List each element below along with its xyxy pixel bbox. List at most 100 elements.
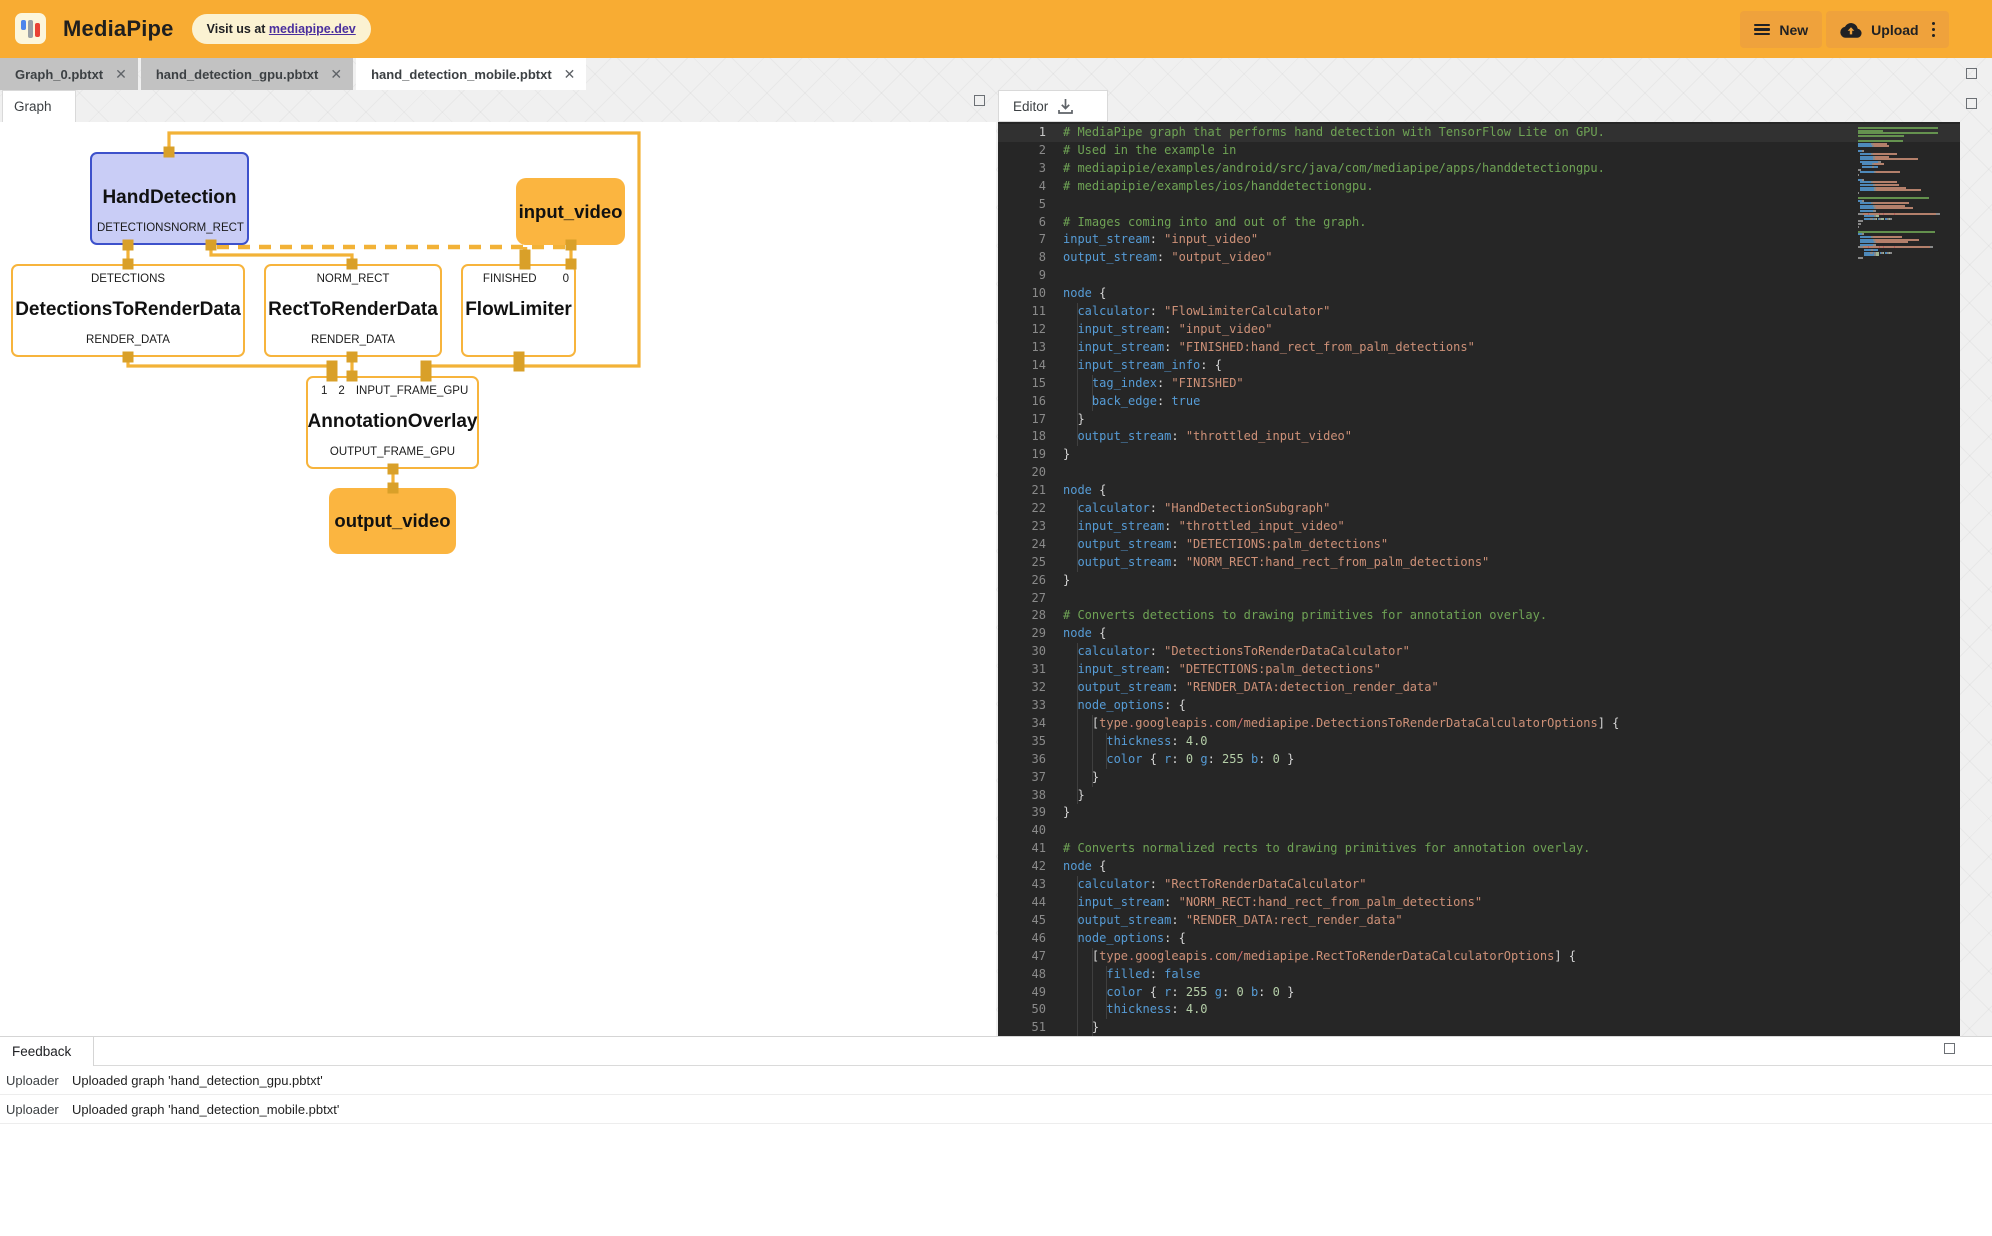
line-content: input_stream_info: {	[1063, 357, 1222, 375]
tab-editor[interactable]: Editor	[998, 90, 1108, 122]
line-content: # MediaPipe graph that performs hand det…	[1063, 124, 1605, 142]
code-line: 48 filled: false	[998, 966, 1960, 984]
node-title: output_video	[334, 510, 450, 532]
indent-guide	[1077, 930, 1078, 948]
kebab-icon[interactable]	[1932, 22, 1935, 37]
line-number: 24	[998, 536, 1046, 554]
indent-guide	[1092, 733, 1093, 751]
indent-guide	[1077, 536, 1078, 554]
line-number: 25	[998, 554, 1046, 572]
graph-node-DetectionsToRenderData[interactable]: DETECTIONSDetectionsToRenderDataRENDER_D…	[11, 264, 245, 357]
code-line: 33 node_options: {	[998, 697, 1960, 715]
indent-guide	[1106, 966, 1107, 984]
graph-node-HandDetection[interactable]: HandDetectionDETECTIONSNORM_RECT	[90, 152, 249, 245]
file-tab-label: hand_detection_mobile.pbtxt	[371, 67, 552, 82]
node-input-ports: 12INPUT_FRAME_GPU	[308, 382, 477, 400]
line-content: tag_index: "FINISHED"	[1063, 375, 1244, 393]
code-line: 8output_stream: "output_video"	[998, 249, 1960, 267]
pane-square-icon[interactable]	[1944, 1043, 1955, 1054]
code-line: 10node {	[998, 285, 1960, 303]
feedback-row: UploaderUploaded graph 'hand_detection_m…	[0, 1095, 1992, 1124]
pane-square-icon[interactable]	[1966, 98, 1977, 109]
line-content: input_stream: "NORM_RECT:hand_rect_from_…	[1063, 894, 1482, 912]
indent-guide	[1077, 769, 1078, 787]
close-icon[interactable]: ✕	[330, 66, 342, 83]
node-output-ports: DETECTIONSNORM_RECT	[92, 219, 247, 237]
indent-guide	[1077, 733, 1078, 751]
mediapipe-dev-link[interactable]: mediapipe.dev	[269, 22, 356, 36]
line-number: 8	[998, 249, 1046, 267]
line-number: 27	[998, 590, 1046, 608]
line-number: 2	[998, 142, 1046, 160]
graph-node-FlowLimiter[interactable]: FINISHED0FlowLimiter	[461, 264, 576, 357]
line-number: 11	[998, 303, 1046, 321]
new-button-label: New	[1779, 22, 1808, 38]
feedback-row: UploaderUploaded graph 'hand_detection_g…	[0, 1066, 1992, 1095]
line-content: # Used in the example in	[1063, 142, 1236, 160]
code-line: 31 input_stream: "DETECTIONS:palm_detect…	[998, 661, 1960, 679]
indent-guide	[1077, 1019, 1078, 1036]
line-number: 45	[998, 912, 1046, 930]
indent-guide	[1092, 1019, 1093, 1036]
new-button[interactable]: New	[1740, 11, 1822, 48]
code-line: 1# MediaPipe graph that performs hand de…	[998, 124, 1960, 142]
line-number: 43	[998, 876, 1046, 894]
tab-feedback[interactable]: Feedback	[0, 1037, 94, 1066]
pane-square-icon[interactable]	[974, 95, 985, 106]
line-number: 47	[998, 948, 1046, 966]
line-content: }	[1063, 446, 1070, 464]
line-number: 35	[998, 733, 1046, 751]
code-line: 6# Images coming into and out of the gra…	[998, 214, 1960, 232]
line-number: 12	[998, 321, 1046, 339]
file-tab-hand_detection_gpu.pbtxt[interactable]: hand_detection_gpu.pbtxt✕	[141, 58, 353, 90]
line-number: 3	[998, 160, 1046, 178]
indent-guide	[1106, 1001, 1107, 1019]
code-lines: 1# MediaPipe graph that performs hand de…	[998, 124, 1960, 1036]
feedback-source: Uploader	[0, 1073, 72, 1088]
indent-guide	[1077, 894, 1078, 912]
indent-guide	[1092, 769, 1093, 787]
line-number: 9	[998, 267, 1046, 285]
port-label: 1	[321, 385, 327, 397]
node-title: RectToRenderData	[266, 288, 440, 331]
line-number: 40	[998, 822, 1046, 840]
download-icon[interactable]	[1057, 98, 1074, 115]
code-line: 49 color { r: 255 g: 0 b: 0 }	[998, 984, 1960, 1002]
menu-icon	[1754, 24, 1770, 36]
indent-guide	[1077, 411, 1078, 429]
graph-node-input_video[interactable]: input_video	[516, 178, 625, 245]
file-tab-bar: Graph_0.pbtxt✕hand_detection_gpu.pbtxt✕h…	[0, 58, 589, 90]
graph-node-output_video[interactable]: output_video	[329, 488, 456, 554]
file-tab-Graph_0.pbtxt[interactable]: Graph_0.pbtxt ✕	[0, 58, 138, 90]
graph-node-RectToRenderData[interactable]: NORM_RECTRectToRenderDataRENDER_DATA	[264, 264, 442, 357]
upload-button[interactable]: Upload	[1826, 11, 1949, 48]
file-tab-hand_detection_mobile.pbtxt[interactable]: hand_detection_mobile.pbtxt ✕	[356, 58, 586, 90]
close-icon[interactable]: ✕	[564, 66, 576, 83]
close-icon[interactable]: ✕	[115, 66, 127, 83]
code-editor[interactable]: 1# MediaPipe graph that performs hand de…	[998, 122, 1960, 1036]
visit-pill: Visit us at mediapipe.dev	[192, 14, 371, 44]
line-content: input_stream: "throttled_input_video"	[1063, 518, 1345, 536]
code-line: 21node {	[998, 482, 1960, 500]
line-number: 48	[998, 966, 1046, 984]
editor-minimap[interactable]	[1858, 127, 1954, 259]
pane-square-icon[interactable]	[1966, 68, 1977, 79]
line-content: input_stream: "input_video"	[1063, 231, 1258, 249]
line-content: back_edge: true	[1063, 393, 1200, 411]
line-number: 42	[998, 858, 1046, 876]
code-line: 27	[998, 590, 1960, 608]
line-number: 28	[998, 607, 1046, 625]
line-content: }	[1063, 411, 1085, 429]
file-tab-label: Graph_0.pbtxt	[15, 67, 103, 82]
line-content: [type.googleapis.com/mediapipe.RectToRen…	[1063, 948, 1576, 966]
indent-guide	[1077, 697, 1078, 715]
line-number: 20	[998, 464, 1046, 482]
graph-node-AnnotationOverlay[interactable]: 12INPUT_FRAME_GPUAnnotationOverlayOUTPUT…	[306, 376, 479, 469]
line-number: 22	[998, 500, 1046, 518]
graph-canvas[interactable]: HandDetectionDETECTIONSNORM_RECT input_vi…	[0, 122, 996, 1036]
line-content: input_stream: "DETECTIONS:palm_detection…	[1063, 661, 1381, 679]
port-label: DETECTIONS	[91, 273, 165, 285]
indent-guide	[1077, 375, 1078, 393]
tab-graph[interactable]: Graph	[2, 90, 76, 122]
line-content: thickness: 4.0	[1063, 1001, 1208, 1019]
